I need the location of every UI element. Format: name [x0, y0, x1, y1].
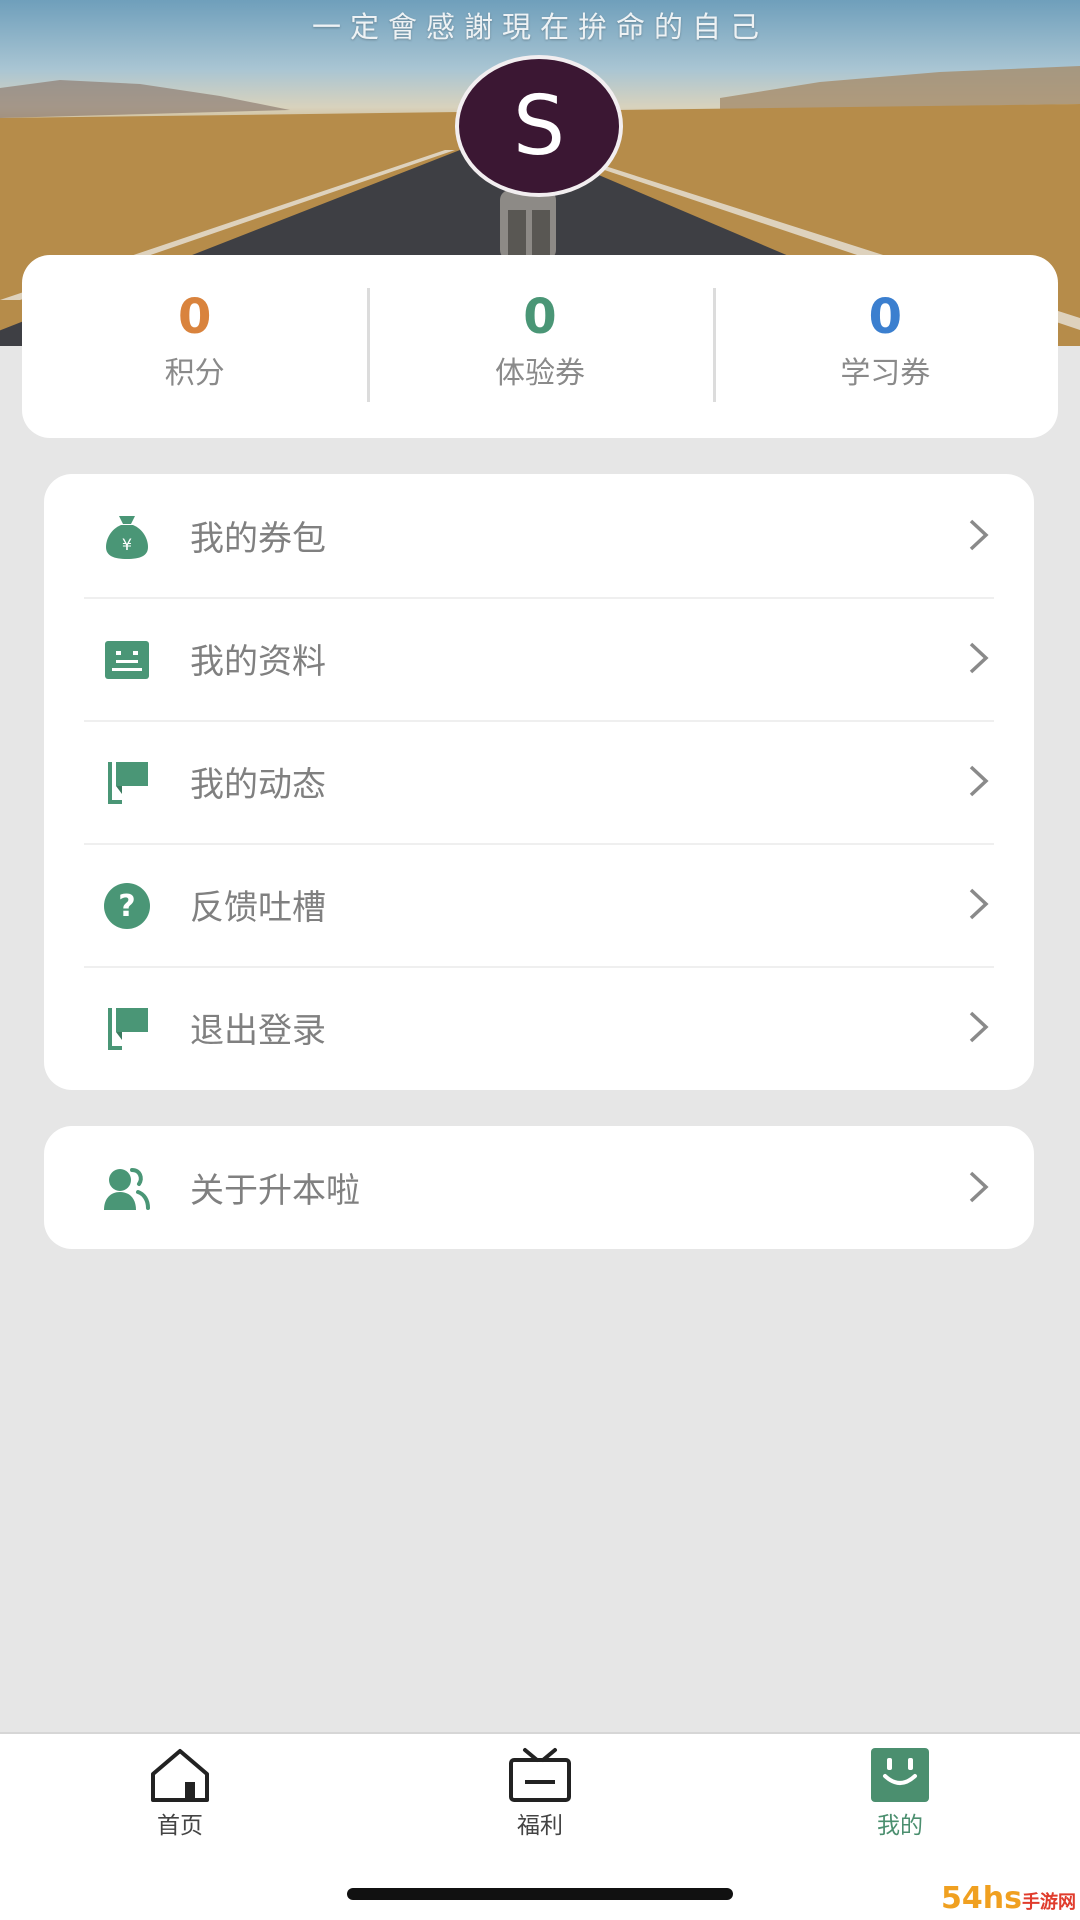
users-icon [104, 1168, 150, 1210]
tab-mine[interactable]: 我的 [800, 1746, 1000, 1840]
menu-item-label: 反馈吐槽 [190, 888, 326, 928]
menu-item-label: 我的资料 [190, 642, 326, 682]
about-card: 关于升本啦 [44, 1126, 1034, 1249]
chevron-right-icon [969, 1011, 989, 1043]
banner-slogan: 一定會感謝現在拚命的自己 [311, 10, 768, 44]
stat-trial-coupons-value: 0 [523, 289, 557, 345]
stat-points[interactable]: 0 积分 [22, 255, 367, 438]
avatar[interactable]: S [455, 55, 623, 197]
smile-face-icon [871, 1748, 929, 1802]
menu-item-label: 我的券包 [190, 519, 326, 559]
menu-item-label: 退出登录 [190, 1011, 326, 1051]
home-icon [151, 1749, 209, 1802]
profile-card-icon [105, 641, 149, 679]
tab-label: 我的 [877, 1813, 923, 1839]
stat-points-value: 0 [177, 289, 212, 345]
stat-trial-coupons[interactable]: 0 体验券 [367, 255, 712, 438]
menu-item-coupon-wallet[interactable]: ¥ 我的券包 [44, 474, 1034, 597]
menu-item-logout[interactable]: 退出登录 [44, 966, 1034, 1089]
chevron-right-icon [969, 642, 989, 674]
question-circle-icon: ? [104, 883, 150, 929]
stat-study-coupons-value: 0 [868, 289, 903, 345]
stat-trial-coupons-label: 体验券 [494, 356, 585, 391]
svg-text:¥: ¥ [122, 535, 132, 554]
menu-item-label: 我的动态 [190, 765, 326, 805]
chevron-right-icon [969, 888, 989, 920]
menu-item-label: 关于升本啦 [190, 1171, 360, 1211]
menu-item-about[interactable]: 关于升本啦 [44, 1126, 1034, 1249]
menu-item-feedback[interactable]: ? 反馈吐槽 [44, 843, 1034, 966]
tab-label: 首页 [157, 1813, 203, 1839]
stat-study-coupons-label: 学习券 [840, 356, 931, 391]
stat-study-coupons[interactable]: 0 学习券 [712, 255, 1058, 438]
chevron-right-icon [969, 765, 989, 797]
tab-label: 福利 [517, 1813, 563, 1839]
flag-icon [108, 762, 148, 804]
home-indicator[interactable] [347, 1888, 733, 1900]
tv-gift-icon [509, 1748, 571, 1802]
stat-points-label: 积分 [164, 356, 225, 391]
app-screen: 一定會感謝現在拚命的自己 S 0 积分 0 体验券 0 学习券 ¥ 我的券包 我… [0, 0, 1080, 1920]
menu-card: ¥ 我的券包 我的资料 我的动态 ? 反馈吐槽 退出登录 [44, 474, 1034, 1090]
stats-card: 0 积分 0 体验券 0 学习券 [22, 255, 1058, 438]
watermark-sub: 手游网 [1022, 1892, 1076, 1913]
watermark-logo: 54hs手游网 [941, 1881, 1076, 1916]
tab-welfare[interactable]: 福利 [440, 1746, 640, 1840]
menu-item-my-activity[interactable]: 我的动态 [44, 720, 1034, 843]
svg-text:?: ? [118, 889, 135, 924]
watermark-text: 54hs [941, 1881, 1022, 1916]
menu-item-my-profile[interactable]: 我的资料 [44, 597, 1034, 720]
money-bag-icon: ¥ [106, 516, 148, 559]
chevron-right-icon [969, 1171, 989, 1203]
chevron-right-icon [969, 519, 989, 551]
flag-icon [108, 1008, 148, 1050]
tab-home[interactable]: 首页 [80, 1746, 280, 1840]
